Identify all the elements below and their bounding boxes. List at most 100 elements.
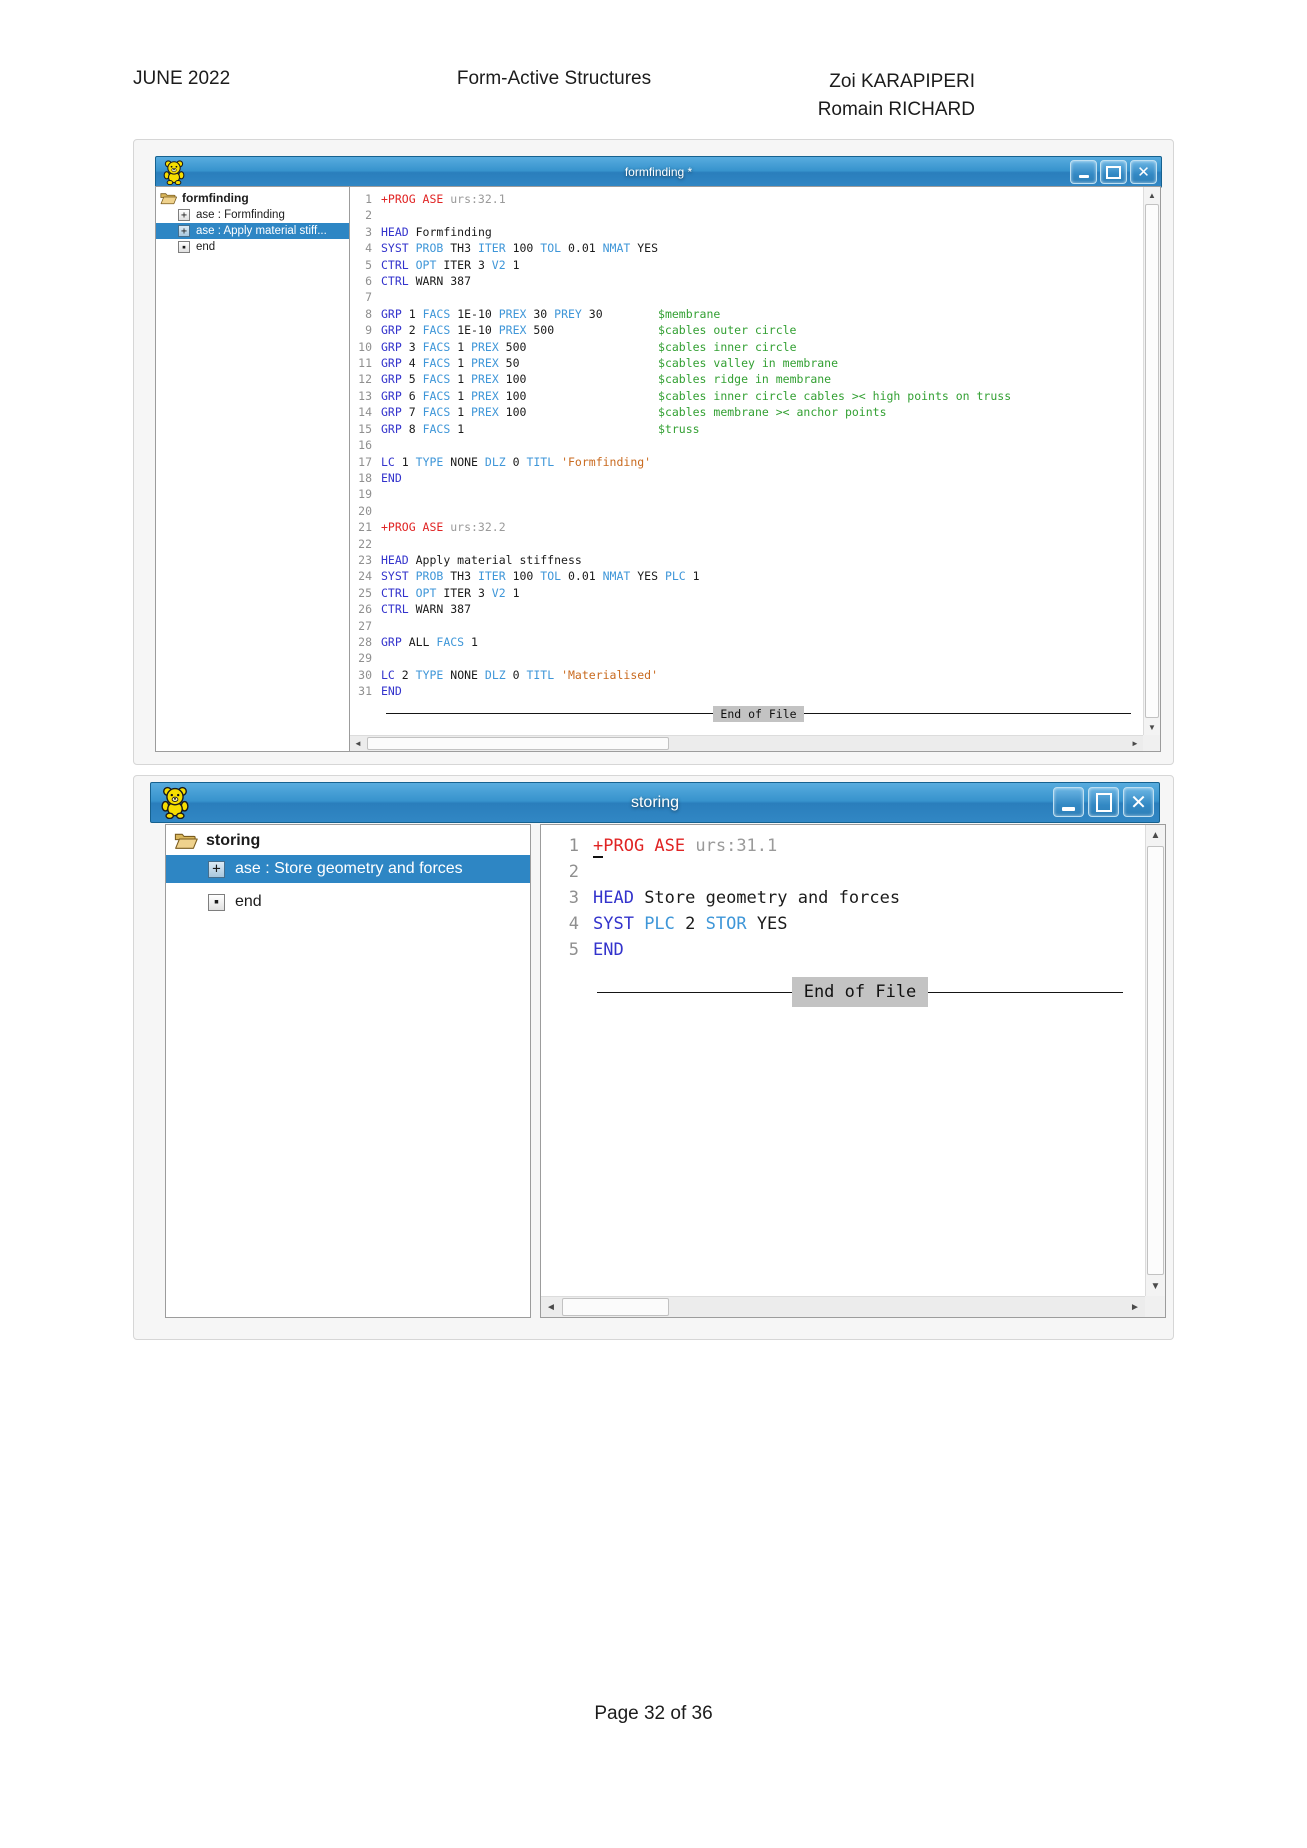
- line-number: 26: [358, 602, 372, 617]
- tree-item-label: ase : Apply material stiff...: [196, 225, 327, 237]
- code-text: GRP 1 FACS 1E-10 PREX 30 PREY 30 $membra…: [381, 306, 721, 321]
- window-title: formfinding *: [624, 165, 693, 179]
- horizontal-scrollbar[interactable]: ◄ ►: [541, 1296, 1145, 1317]
- code-line-20: 20: [350, 503, 1143, 519]
- vertical-scroll-thumb[interactable]: [1147, 846, 1164, 1275]
- code-text: GRP ALL FACS 1: [381, 634, 478, 649]
- scroll-down-arrow[interactable]: ▼: [1146, 1276, 1165, 1296]
- author-2: Romain RICHARD: [817, 99, 975, 120]
- code-line-5: 5 END: [541, 937, 1145, 963]
- close-button[interactable]: ✕: [1130, 160, 1157, 184]
- tree-item-end[interactable]: ▪ end: [156, 239, 349, 255]
- line-number: 1: [365, 192, 372, 206]
- window-title: storing: [630, 793, 680, 811]
- minimize-button[interactable]: [1070, 160, 1097, 184]
- code-text: HEAD Apply material stiffness: [381, 552, 582, 567]
- line-number: 2: [365, 208, 372, 223]
- code-line-4: 4 SYST PROB TH3 ITER 100 TOL 0.01 NMAT YE…: [350, 240, 1143, 256]
- line-number: 18: [358, 470, 372, 485]
- code-text: HEAD Store geometry and forces: [593, 888, 901, 908]
- code-line-6: 6 CTRL WARN 387: [350, 273, 1143, 289]
- line-number: 10: [358, 339, 372, 354]
- line-number: 3: [568, 888, 579, 908]
- code-text: CTRL WARN 387: [381, 274, 472, 289]
- tree-root-item[interactable]: formfinding: [156, 187, 349, 207]
- tree-item-label: end: [196, 241, 216, 253]
- scroll-left-arrow[interactable]: ◄: [541, 1297, 561, 1317]
- close-button[interactable]: ✕: [1123, 787, 1154, 817]
- line-number: 12: [358, 372, 372, 387]
- tree-item-ase-formfinding[interactable]: + ase : Formfinding: [156, 207, 349, 223]
- line-number: 4: [365, 241, 372, 256]
- code-text: LC 2 TYPE NONE DLZ 0 TITL 'Materialised': [381, 667, 659, 682]
- code-text: GRP 5 FACS 1 PREX 100 $cables ridge in m…: [381, 372, 832, 387]
- tree-item-ase-store-geometry-and-forces[interactable]: + ase : Store geometry and forces: [166, 855, 530, 883]
- window-formfinding: formfinding * ✕ formfinding + ase : Formfi…: [133, 139, 1174, 765]
- code-line-15: 15 GRP 8 FACS 1 $truss: [350, 421, 1143, 437]
- line-number: 16: [358, 438, 372, 453]
- minimize-button[interactable]: [1053, 787, 1084, 817]
- bullet-icon: ▪: [178, 241, 190, 253]
- maximize-button[interactable]: [1100, 160, 1127, 184]
- line-number: 3: [365, 224, 372, 239]
- code-text: CTRL OPT ITER 3 V2 1: [381, 585, 520, 600]
- code-text: LC 1 TYPE NONE DLZ 0 TITL 'Formfinding': [381, 454, 652, 469]
- line-number: 4: [568, 914, 579, 934]
- line-number: 23: [358, 552, 372, 567]
- author-1: Zoi KARAPIPERI: [829, 71, 975, 92]
- scroll-up-arrow[interactable]: ▲: [1146, 825, 1165, 845]
- scroll-right-arrow[interactable]: ►: [1125, 1297, 1145, 1317]
- titlebar[interactable]: storing ✕: [150, 782, 1160, 823]
- code-line-14: 14 GRP 7 FACS 1 PREX 100 $cables membrane…: [350, 404, 1143, 420]
- code-line-10: 10 GRP 3 FACS 1 PREX 500 $cables inner ci…: [350, 339, 1143, 355]
- end-of-file-marker: End of File: [597, 977, 1123, 1007]
- horizontal-scroll-thumb[interactable]: [367, 737, 669, 750]
- code-line-23: 23 HEAD Apply material stiffness: [350, 552, 1143, 568]
- titlebar[interactable]: formfinding * ✕: [155, 156, 1162, 188]
- scroll-right-arrow[interactable]: ►: [1127, 736, 1143, 751]
- tree-item-ase-apply-material-stiff[interactable]: + ase : Apply material stiff...: [156, 223, 349, 239]
- line-number: 24: [358, 569, 372, 584]
- vertical-scroll-thumb[interactable]: [1145, 204, 1159, 718]
- horizontal-scroll-thumb[interactable]: [562, 1298, 669, 1316]
- code-line-31: 31 END: [350, 683, 1143, 699]
- tree-item-label: ase : Formfinding: [196, 209, 285, 221]
- expand-plus-icon[interactable]: +: [178, 225, 190, 237]
- line-number: 14: [358, 405, 372, 420]
- maximize-button[interactable]: [1088, 787, 1119, 817]
- line-number: 7: [365, 290, 372, 305]
- vertical-scrollbar[interactable]: ▲ ▼: [1143, 187, 1160, 735]
- code-editor[interactable]: 1 +PROG ASE urs:31.1 2 3 HEAD Store geometry…: [541, 825, 1145, 1296]
- expand-plus-icon[interactable]: +: [178, 209, 190, 221]
- code-text: +PROG ASE urs:32.1: [381, 192, 506, 206]
- tree-item-label: end: [235, 893, 262, 910]
- expand-plus-icon[interactable]: +: [208, 860, 225, 878]
- line-number: 27: [358, 618, 372, 633]
- code-editor[interactable]: 1 +PROG ASE urs:32.1 2 3 HEAD Formfinding 4 SY…: [350, 187, 1143, 735]
- code-line-16: 16: [350, 437, 1143, 453]
- code-line-29: 29: [350, 650, 1143, 666]
- code-text: HEAD Formfinding: [381, 224, 492, 239]
- line-number: 15: [358, 421, 372, 436]
- folder-icon: [174, 833, 198, 849]
- line-number: 17: [358, 454, 372, 469]
- tree-item-end[interactable]: ▪ end: [166, 888, 530, 916]
- scroll-down-arrow[interactable]: ▼: [1144, 719, 1160, 735]
- line-number: 9: [365, 323, 372, 338]
- code-line-3: 3 HEAD Store geometry and forces: [541, 885, 1145, 911]
- bullet-icon: ▪: [208, 893, 225, 911]
- horizontal-scrollbar[interactable]: ◄ ►: [350, 735, 1143, 751]
- code-text: END: [381, 684, 402, 699]
- scroll-left-arrow[interactable]: ◄: [350, 736, 366, 751]
- vertical-scrollbar[interactable]: ▲ ▼: [1145, 825, 1165, 1296]
- code-line-5: 5 CTRL OPT ITER 3 V2 1: [350, 257, 1143, 273]
- scroll-up-arrow[interactable]: ▲: [1144, 187, 1160, 203]
- code-line-4: 4 SYST PLC 2 STOR YES: [541, 911, 1145, 937]
- line-number: 28: [358, 634, 372, 649]
- code-line-9: 9 GRP 2 FACS 1E-10 PREX 500 $cables outer…: [350, 322, 1143, 338]
- code-line-8: 8 GRP 1 FACS 1E-10 PREX 30 PREY 30 $membr…: [350, 306, 1143, 322]
- tree-root-item[interactable]: storing: [166, 825, 530, 855]
- code-line-18: 18 END: [350, 470, 1143, 486]
- code-line-25: 25 CTRL OPT ITER 3 V2 1: [350, 585, 1143, 601]
- scrollbar-corner: [1145, 1296, 1165, 1317]
